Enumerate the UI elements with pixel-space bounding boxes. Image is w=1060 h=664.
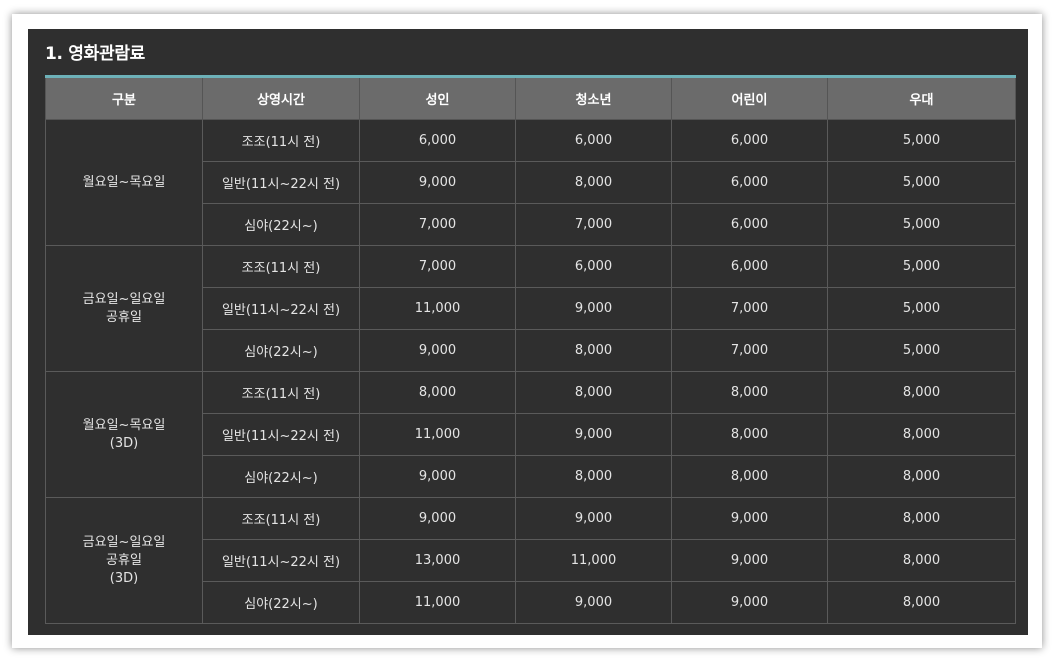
teen-price-cell: 6,000	[515, 119, 672, 162]
child-price-cell: 8,000	[671, 371, 828, 414]
teen-price-cell: 9,000	[515, 581, 672, 624]
teen-price-cell: 6,000	[515, 245, 672, 288]
section-title: 1. 영화관람료	[45, 44, 146, 64]
teen-price-cell: 9,000	[515, 497, 672, 540]
day-category-label: 공휴일	[106, 552, 142, 568]
day-category-label: 월요일~목요일	[82, 174, 166, 190]
table-body: 월요일~목요일 조조(11시 전) 6,000 6,000 6,000 5,000 일반(1…	[45, 119, 1016, 624]
teen-price-cell: 8,000	[515, 161, 672, 204]
discount-price-cell: 8,000	[827, 455, 1016, 498]
child-price-cell: 6,000	[671, 245, 828, 288]
adult-price-cell: 7,000	[359, 203, 516, 246]
discount-price-cell: 5,000	[827, 203, 1016, 246]
showtime-cell: 심야(22시~)	[202, 581, 360, 624]
showtime-cell: 일반(11시~22시 전)	[202, 287, 360, 330]
child-price-cell: 9,000	[671, 539, 828, 582]
day-category-label: 공휴일	[106, 309, 142, 325]
discount-price-cell: 8,000	[827, 371, 1016, 414]
day-category-label: (3D)	[109, 570, 139, 586]
child-price-cell: 9,000	[671, 581, 828, 624]
adult-price-cell: 9,000	[359, 497, 516, 540]
day-category-cell: 월요일~목요일	[45, 119, 203, 246]
showtime-cell: 심야(22시~)	[202, 329, 360, 372]
child-price-cell: 9,000	[671, 497, 828, 540]
child-price-cell: 7,000	[671, 287, 828, 330]
showtime-cell: 심야(22시~)	[202, 455, 360, 498]
header-showtime: 상영시간	[202, 76, 360, 120]
teen-price-cell: 7,000	[515, 203, 672, 246]
adult-price-cell: 9,000	[359, 455, 516, 498]
content-panel: 1. 영화관람료 구분 상영시간 성인 청소년 어린이 우대 월요일~목요일 조…	[28, 29, 1028, 635]
adult-price-cell: 9,000	[359, 161, 516, 204]
adult-price-cell: 7,000	[359, 245, 516, 288]
header-teen: 청소년	[515, 76, 672, 120]
header-category: 구분	[45, 76, 203, 120]
child-price-cell: 7,000	[671, 329, 828, 372]
showtime-cell: 조조(11시 전)	[202, 497, 360, 540]
showtime-cell: 일반(11시~22시 전)	[202, 539, 360, 582]
header-discount: 우대	[827, 76, 1016, 120]
showtime-cell: 조조(11시 전)	[202, 119, 360, 162]
day-category-cell: 월요일~목요일 (3D)	[45, 371, 203, 498]
child-price-cell: 8,000	[671, 413, 828, 456]
adult-price-cell: 13,000	[359, 539, 516, 582]
day-category-cell: 금요일~일요일공휴일 (3D)	[45, 497, 203, 624]
discount-price-cell: 8,000	[827, 413, 1016, 456]
adult-price-cell: 6,000	[359, 119, 516, 162]
table-header-row: 구분 상영시간 성인 청소년 어린이 우대	[45, 76, 1016, 120]
image-frame: 1. 영화관람료 구분 상영시간 성인 청소년 어린이 우대 월요일~목요일 조…	[12, 14, 1042, 648]
teen-price-cell: 8,000	[515, 371, 672, 414]
teen-price-cell: 9,000	[515, 287, 672, 330]
child-price-cell: 6,000	[671, 203, 828, 246]
teen-price-cell: 8,000	[515, 455, 672, 498]
discount-price-cell: 8,000	[827, 497, 1016, 540]
table-row: 금요일~일요일 공휴일 (3D) 조조(11시 전) 9,000 9,000 9,000 8,…	[45, 497, 1016, 624]
showtime-cell: 일반(11시~22시 전)	[202, 161, 360, 204]
day-category-cell: 금요일~일요일공휴일	[45, 245, 203, 372]
price-table: 구분 상영시간 성인 청소년 어린이 우대 월요일~목요일 조조(11시 전) 6,…	[45, 75, 1016, 624]
table-row: 월요일~목요일 (3D) 조조(11시 전) 8,000 8,000 8,000 8,000	[45, 371, 1016, 498]
discount-price-cell: 5,000	[827, 161, 1016, 204]
header-child: 어린이	[671, 76, 828, 120]
table-row: 금요일~일요일 공휴일 조조(11시 전) 7,000 6,000 6,000 5,000	[45, 245, 1016, 372]
child-price-cell: 6,000	[671, 119, 828, 162]
day-category-label: 금요일~일요일	[82, 291, 166, 307]
day-category-label: 금요일~일요일	[82, 534, 166, 550]
teen-price-cell: 8,000	[515, 329, 672, 372]
discount-price-cell: 8,000	[827, 539, 1016, 582]
discount-price-cell: 5,000	[827, 119, 1016, 162]
adult-price-cell: 11,000	[359, 413, 516, 456]
discount-price-cell: 5,000	[827, 329, 1016, 372]
adult-price-cell: 8,000	[359, 371, 516, 414]
teen-price-cell: 11,000	[515, 539, 672, 582]
child-price-cell: 8,000	[671, 455, 828, 498]
table-row: 월요일~목요일 조조(11시 전) 6,000 6,000 6,000 5,000	[45, 119, 1016, 246]
discount-price-cell: 5,000	[827, 245, 1016, 288]
teen-price-cell: 9,000	[515, 413, 672, 456]
header-adult: 성인	[359, 76, 516, 120]
adult-price-cell: 9,000	[359, 329, 516, 372]
showtime-cell: 일반(11시~22시 전)	[202, 413, 360, 456]
day-category-label: (3D)	[109, 435, 139, 451]
showtime-cell: 심야(22시~)	[202, 203, 360, 246]
discount-price-cell: 5,000	[827, 287, 1016, 330]
day-category-label: 월요일~목요일	[82, 417, 166, 433]
showtime-cell: 조조(11시 전)	[202, 371, 360, 414]
adult-price-cell: 11,000	[359, 287, 516, 330]
child-price-cell: 6,000	[671, 161, 828, 204]
showtime-cell: 조조(11시 전)	[202, 245, 360, 288]
adult-price-cell: 11,000	[359, 581, 516, 624]
discount-price-cell: 8,000	[827, 581, 1016, 624]
